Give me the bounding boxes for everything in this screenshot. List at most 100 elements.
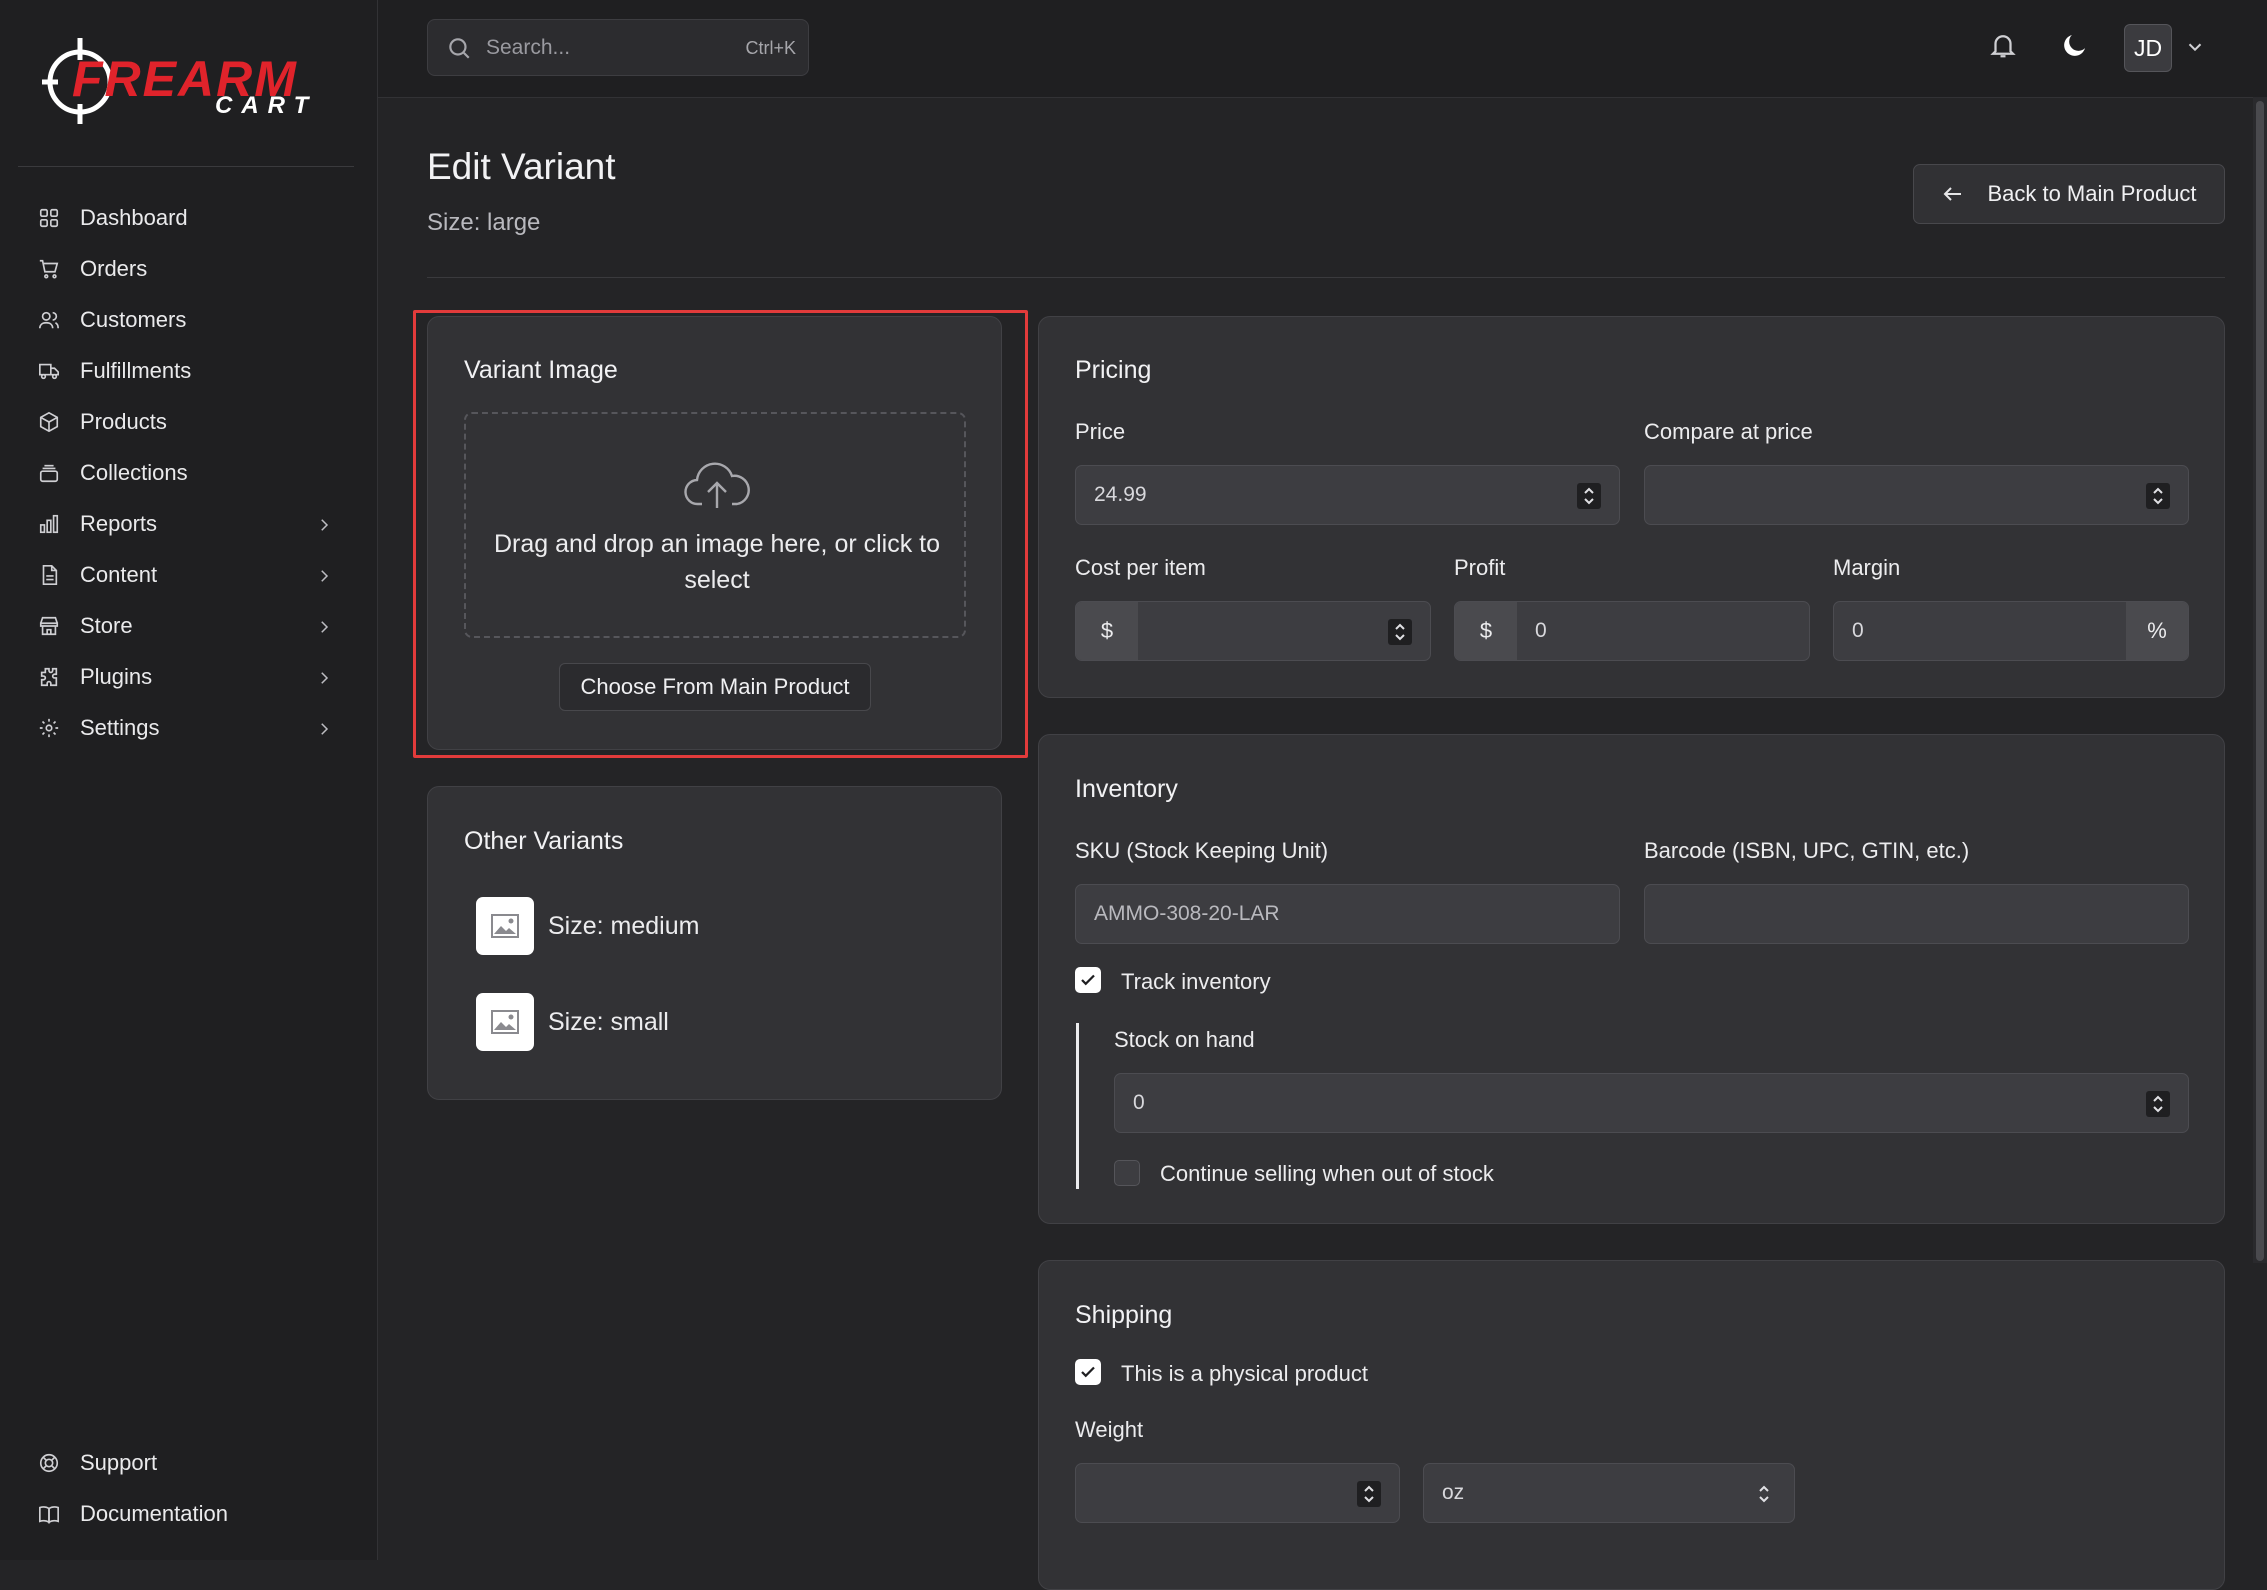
sidebar-item-plugins[interactable]: Plugins: [0, 651, 377, 702]
user-avatar[interactable]: JD: [2124, 24, 2172, 72]
sidebar-item-label: Settings: [80, 714, 160, 740]
pricing-title: Pricing: [1075, 356, 1152, 384]
choose-from-main-product-button[interactable]: Choose From Main Product: [559, 663, 871, 711]
margin-label: Margin: [1833, 555, 1901, 580]
check-icon: [1081, 974, 1095, 986]
header-divider: [427, 277, 2225, 278]
price-value: 24.99: [1094, 483, 1147, 506]
scrollbar-thumb[interactable]: [2256, 101, 2264, 1261]
grid-icon: [38, 207, 60, 229]
profit-input: $ 0: [1454, 601, 1810, 661]
truck-icon: [38, 360, 60, 382]
sidebar-item-settings[interactable]: Settings: [0, 702, 377, 753]
sidebar-item-collections[interactable]: Collections: [0, 447, 377, 498]
sidebar-item-documentation[interactable]: Documentation: [0, 1488, 377, 1539]
sidebar-bottom-nav: Support Documentation: [0, 1437, 377, 1539]
chevron-right-icon: [315, 667, 333, 685]
profit-label: Profit: [1454, 555, 1506, 580]
sku-input[interactable]: AMMO-308-20-LAR: [1075, 884, 1620, 944]
price-input[interactable]: 24.99: [1075, 465, 1620, 525]
margin-input: 0 %: [1833, 601, 2189, 661]
stock-section-border: [1076, 1023, 1079, 1189]
currency-prefix: $: [1455, 602, 1517, 660]
variant-label: Size: medium: [548, 911, 700, 940]
bell-icon[interactable]: [1988, 30, 2024, 66]
margin-value: 0: [1852, 619, 1864, 642]
chevron-right-icon: [315, 616, 333, 634]
moon-icon[interactable]: [2060, 30, 2096, 66]
other-variants-card: Other Variants Size: medium Size: small: [427, 786, 1002, 1100]
spinner-icon[interactable]: [2146, 1091, 2170, 1117]
weight-input[interactable]: [1075, 1463, 1400, 1523]
track-inventory-checkbox[interactable]: [1075, 967, 1101, 993]
sidebar-nav: Dashboard Orders Customers Fulfillments …: [0, 192, 377, 753]
compare-price-input[interactable]: [1644, 465, 2189, 525]
sidebar-item-store[interactable]: Store: [0, 600, 377, 651]
brand-logo[interactable]: FREARM CART: [40, 34, 340, 134]
sidebar-item-content[interactable]: Content: [0, 549, 377, 600]
barcode-label: Barcode (ISBN, UPC, GTIN, etc.): [1644, 838, 1970, 863]
sidebar-item-support[interactable]: Support: [0, 1437, 377, 1488]
sidebar-item-label: Documentation: [80, 1500, 228, 1526]
back-to-main-product-button[interactable]: Back to Main Product: [1913, 164, 2225, 224]
search-shortcut: Ctrl+K: [745, 38, 796, 58]
sidebar-item-fulfillments[interactable]: Fulfillments: [0, 345, 377, 396]
users-icon: [38, 309, 60, 331]
sidebar-item-label: Store: [80, 612, 133, 638]
sku-value: AMMO-308-20-LAR: [1094, 902, 1280, 925]
chevron-right-icon: [315, 514, 333, 532]
cloud-upload-icon: [684, 458, 750, 514]
page-scrollbar[interactable]: [2253, 97, 2267, 1263]
inventory-card: Inventory SKU (Stock Keeping Unit) AMMO-…: [1038, 734, 2225, 1224]
weight-label: Weight: [1075, 1417, 1144, 1442]
sidebar-item-orders[interactable]: Orders: [0, 243, 377, 294]
sidebar-item-label: Fulfillments: [80, 357, 192, 383]
spinner-icon[interactable]: [1577, 483, 1601, 509]
stock-value: 0: [1133, 1091, 1145, 1114]
spinner-icon[interactable]: [2146, 483, 2170, 509]
sidebar-item-products[interactable]: Products: [0, 396, 377, 447]
weight-unit-value: oz: [1442, 1481, 1465, 1504]
continue-selling-checkbox[interactable]: [1114, 1160, 1140, 1186]
sidebar-item-reports[interactable]: Reports: [0, 498, 377, 549]
sidebar-item-label: Products: [80, 408, 167, 434]
stack-icon: [38, 462, 60, 484]
variant-link-small[interactable]: Size: small: [476, 992, 669, 1052]
search-input[interactable]: [484, 34, 728, 61]
price-label: Price: [1075, 419, 1126, 444]
cost-per-item-input[interactable]: $: [1075, 601, 1431, 661]
chevron-down-icon[interactable]: [2184, 36, 2206, 58]
spinner-icon[interactable]: [1388, 619, 1412, 645]
gear-icon: [38, 717, 60, 739]
file-icon: [38, 564, 60, 586]
page-title: Edit Variant: [427, 146, 616, 187]
inventory-title: Inventory: [1075, 775, 1178, 803]
sidebar-divider: [18, 166, 354, 167]
percent-suffix: %: [2126, 602, 2188, 660]
physical-product-checkbox[interactable]: [1075, 1359, 1101, 1385]
other-variants-title: Other Variants: [464, 827, 624, 855]
chevron-right-icon: [315, 718, 333, 736]
search-box[interactable]: Ctrl+K: [427, 19, 809, 76]
weight-unit-select[interactable]: oz: [1423, 1463, 1795, 1523]
variant-link-medium[interactable]: Size: medium: [476, 896, 699, 956]
sidebar-item-dashboard[interactable]: Dashboard: [0, 192, 377, 243]
lifebuoy-icon: [38, 1452, 60, 1474]
sidebar-item-label: Plugins: [80, 663, 153, 689]
spinner-icon[interactable]: [1357, 1481, 1381, 1507]
track-inventory-label: Track inventory: [1121, 969, 1271, 994]
search-icon: [446, 35, 472, 61]
sidebar-item-label: Orders: [80, 255, 148, 281]
sku-label: SKU (Stock Keeping Unit): [1075, 838, 1329, 863]
image-dropzone[interactable]: Drag and drop an image here, or click to…: [464, 412, 966, 638]
variant-image-title: Variant Image: [464, 356, 618, 384]
cost-per-item-label: Cost per item: [1075, 555, 1206, 580]
currency-prefix: $: [1076, 602, 1138, 660]
stock-on-hand-input[interactable]: 0: [1114, 1073, 2189, 1133]
sidebar-item-customers[interactable]: Customers: [0, 294, 377, 345]
variant-label: Size: small: [548, 1007, 669, 1036]
box-icon: [38, 411, 60, 433]
back-button-label: Back to Main Product: [1987, 181, 2197, 206]
chevron-right-icon: [315, 565, 333, 583]
barcode-input[interactable]: [1644, 884, 2189, 944]
